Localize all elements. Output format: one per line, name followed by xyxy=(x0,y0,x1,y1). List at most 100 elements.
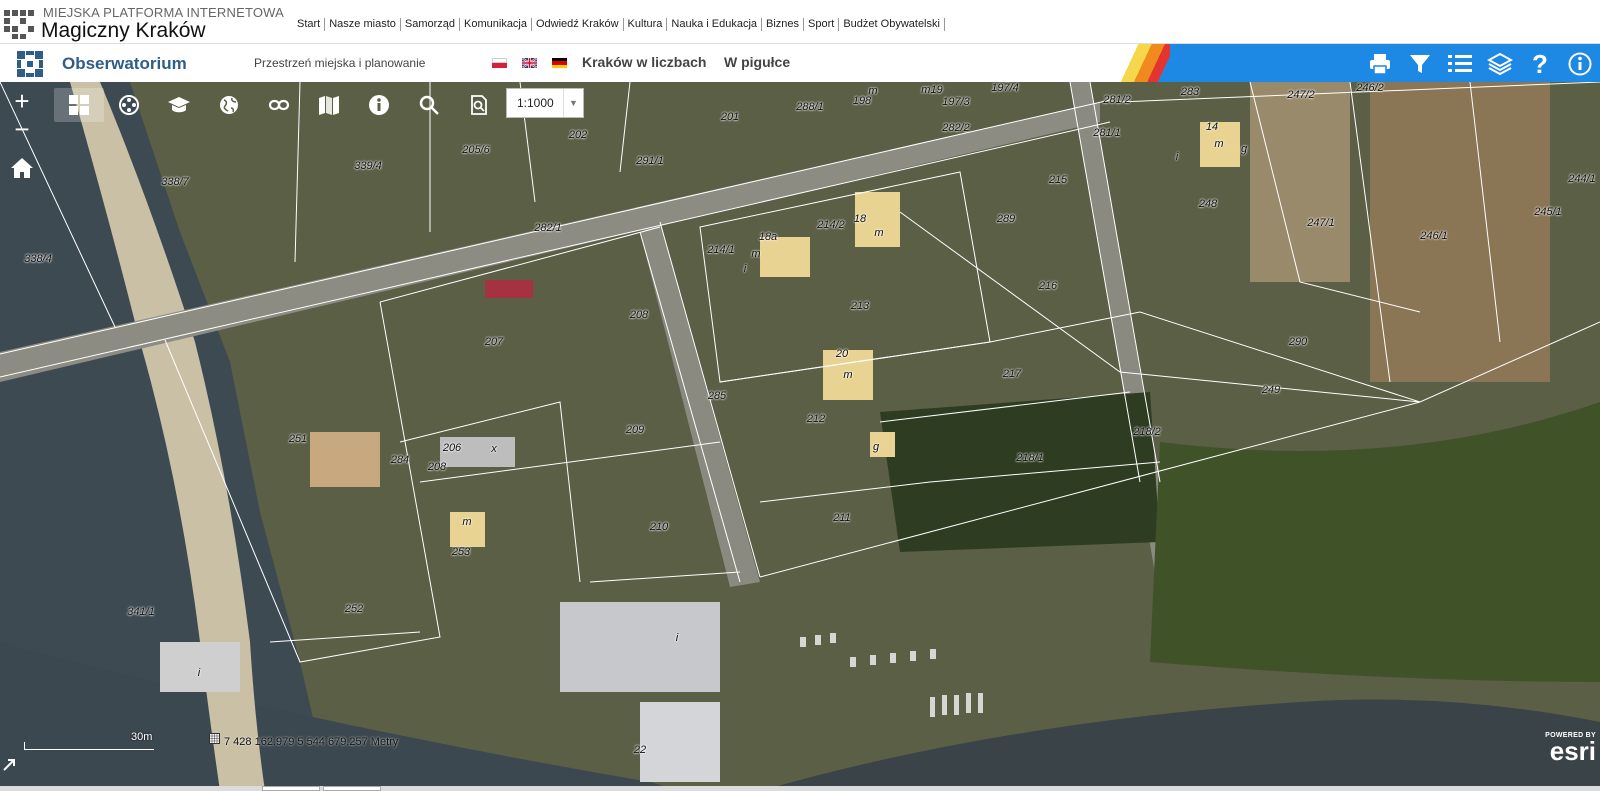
esri-attribution[interactable]: POWERED BY esri xyxy=(1530,732,1596,766)
bottom-tab-strip xyxy=(0,786,1600,791)
parcel-label: 197/3 xyxy=(942,96,970,108)
nav-biznes[interactable]: Biznes xyxy=(762,18,805,31)
globe-icon xyxy=(220,96,238,114)
parcel-label: m xyxy=(874,227,884,239)
nav-komunikacja[interactable]: Komunikacja xyxy=(460,18,532,31)
parcel-label: 205/6 xyxy=(462,144,490,156)
observatory-logo-icon[interactable] xyxy=(17,51,43,77)
app-bar: Obserwatorium Przestrzeń miejska i plano… xyxy=(0,43,1600,83)
legend-button[interactable] xyxy=(1440,44,1480,83)
krakow-logo[interactable] xyxy=(4,6,34,40)
parcel-label: m19 xyxy=(921,84,943,96)
print-icon xyxy=(1370,53,1390,75)
parcel-label: 245/1 xyxy=(1534,206,1562,218)
parcel-label: m xyxy=(1214,138,1224,150)
parcel-label: 207 xyxy=(484,336,504,348)
parcel-label: m xyxy=(462,516,472,528)
parcel-label: x xyxy=(491,443,497,455)
map-button[interactable] xyxy=(304,88,354,122)
education-button[interactable] xyxy=(154,88,204,122)
bottom-tab[interactable] xyxy=(262,786,320,791)
parcel-label: 214/1 xyxy=(707,244,735,256)
flag-pl-icon[interactable] xyxy=(492,58,507,68)
zoom-out-button[interactable]: − xyxy=(8,116,36,144)
zoom-controls: + − xyxy=(8,88,36,144)
esri-logo: esri xyxy=(1549,736,1596,766)
nav-samorzad[interactable]: Samorząd xyxy=(401,18,461,31)
parcel-label: 284 xyxy=(390,454,410,466)
layers-button[interactable] xyxy=(1480,44,1520,83)
parcel-label: 281/1 xyxy=(1093,127,1121,139)
parcel-label: i xyxy=(675,632,679,644)
legend-list-icon xyxy=(1448,54,1472,72)
nav-odwiedz-krakow[interactable]: Odwiedź Kraków xyxy=(532,18,624,31)
help-button[interactable]: ? xyxy=(1520,44,1560,83)
parcel-label: 247/2 xyxy=(1287,89,1315,101)
search-button[interactable] xyxy=(404,88,454,122)
parcel-label: 14 xyxy=(1205,121,1219,133)
parcel-label: 202 xyxy=(568,129,588,141)
filter-button[interactable] xyxy=(1400,44,1440,83)
parcel-label: g xyxy=(1240,143,1248,155)
city-name[interactable]: Magiczny Kraków xyxy=(41,19,206,43)
coordinates-readout: 7 428 162.979 5 544 679.257 Metry xyxy=(224,736,399,748)
coordinates-icon xyxy=(209,733,220,744)
parcel-label: 210 xyxy=(649,521,669,533)
film-reel-icon xyxy=(119,95,139,115)
scale-value: 1:1000 xyxy=(517,96,554,110)
flag-en-icon[interactable] xyxy=(522,58,537,68)
top-nav: Start Nasze miasto Samorząd Komunikacja … xyxy=(297,18,945,31)
parcel-label: m xyxy=(843,369,853,381)
filter-icon xyxy=(1410,54,1430,73)
at-a-glance-link[interactable]: W pigułce xyxy=(724,54,790,70)
parcel-label: 218/2 xyxy=(1133,426,1161,438)
help-icon: ? xyxy=(1532,51,1548,77)
parcel-label: 211 xyxy=(833,512,851,524)
nav-budzet-obywatelski[interactable]: Budżet Obywatelski xyxy=(839,18,945,31)
parcel-label: 218/1 xyxy=(1016,452,1044,464)
map-view[interactable]: 338/7 338/4 339/4 205/6 202 201 291/1 28… xyxy=(0,82,1600,791)
zoom-in-button[interactable]: + xyxy=(8,88,36,116)
globe-button[interactable] xyxy=(204,88,254,122)
nav-sport[interactable]: Sport xyxy=(804,18,840,31)
parcel-label: 252 xyxy=(344,603,364,615)
identify-info-icon xyxy=(369,95,389,115)
parcel-label: 206 xyxy=(442,442,462,454)
link-button[interactable] xyxy=(254,88,304,122)
zoom-document-button[interactable] xyxy=(454,88,504,122)
parcel-label: 208 xyxy=(427,461,447,473)
expand-arrow-icon[interactable] xyxy=(2,758,16,772)
flag-de-icon[interactable] xyxy=(552,58,567,68)
parcel-label: 339/4 xyxy=(354,160,382,172)
nav-nauka-i-edukacja[interactable]: Nauka i Edukacja xyxy=(667,18,763,31)
krakow-stats-link[interactable]: Kraków w liczbach xyxy=(582,54,706,70)
parcel-label: i xyxy=(1175,151,1179,163)
parcel-label: 282/2 xyxy=(942,122,970,134)
parcel-label: 212 xyxy=(806,413,826,425)
print-button[interactable] xyxy=(1360,44,1400,83)
map-toolbar xyxy=(54,88,504,122)
parcel-label: 283 xyxy=(1180,86,1200,98)
parcel-label: 246/2 xyxy=(1356,82,1384,94)
app-title[interactable]: Obserwatorium xyxy=(62,54,187,74)
parcel-label: 217 xyxy=(1002,368,1022,380)
parcel-label: g xyxy=(872,441,880,453)
basemap-gallery-button[interactable] xyxy=(54,88,104,122)
nav-start[interactable]: Start xyxy=(297,18,326,31)
nav-nasze-miasto[interactable]: Nasze miasto xyxy=(325,18,401,31)
parcel-label: 281/2 xyxy=(1103,94,1131,106)
parcel-label: 285 xyxy=(707,390,727,402)
parcel-label: i xyxy=(197,667,201,679)
scale-select[interactable]: 1:1000 ▼ xyxy=(506,88,584,118)
info-button[interactable] xyxy=(1560,44,1600,83)
site-header: MIEJSKA PLATFORMA INTERNETOWA Magiczny K… xyxy=(0,0,1600,43)
parcel-label: 209 xyxy=(625,424,645,436)
parcel-label: 20 xyxy=(835,348,849,360)
home-icon[interactable] xyxy=(8,154,36,182)
parcel-label: i xyxy=(743,263,747,275)
nav-kultura[interactable]: Kultura xyxy=(624,18,668,31)
bottom-tab[interactable] xyxy=(323,786,381,791)
film-button[interactable] xyxy=(104,88,154,122)
identify-button[interactable] xyxy=(354,88,404,122)
parcel-label: 290 xyxy=(1288,336,1308,348)
